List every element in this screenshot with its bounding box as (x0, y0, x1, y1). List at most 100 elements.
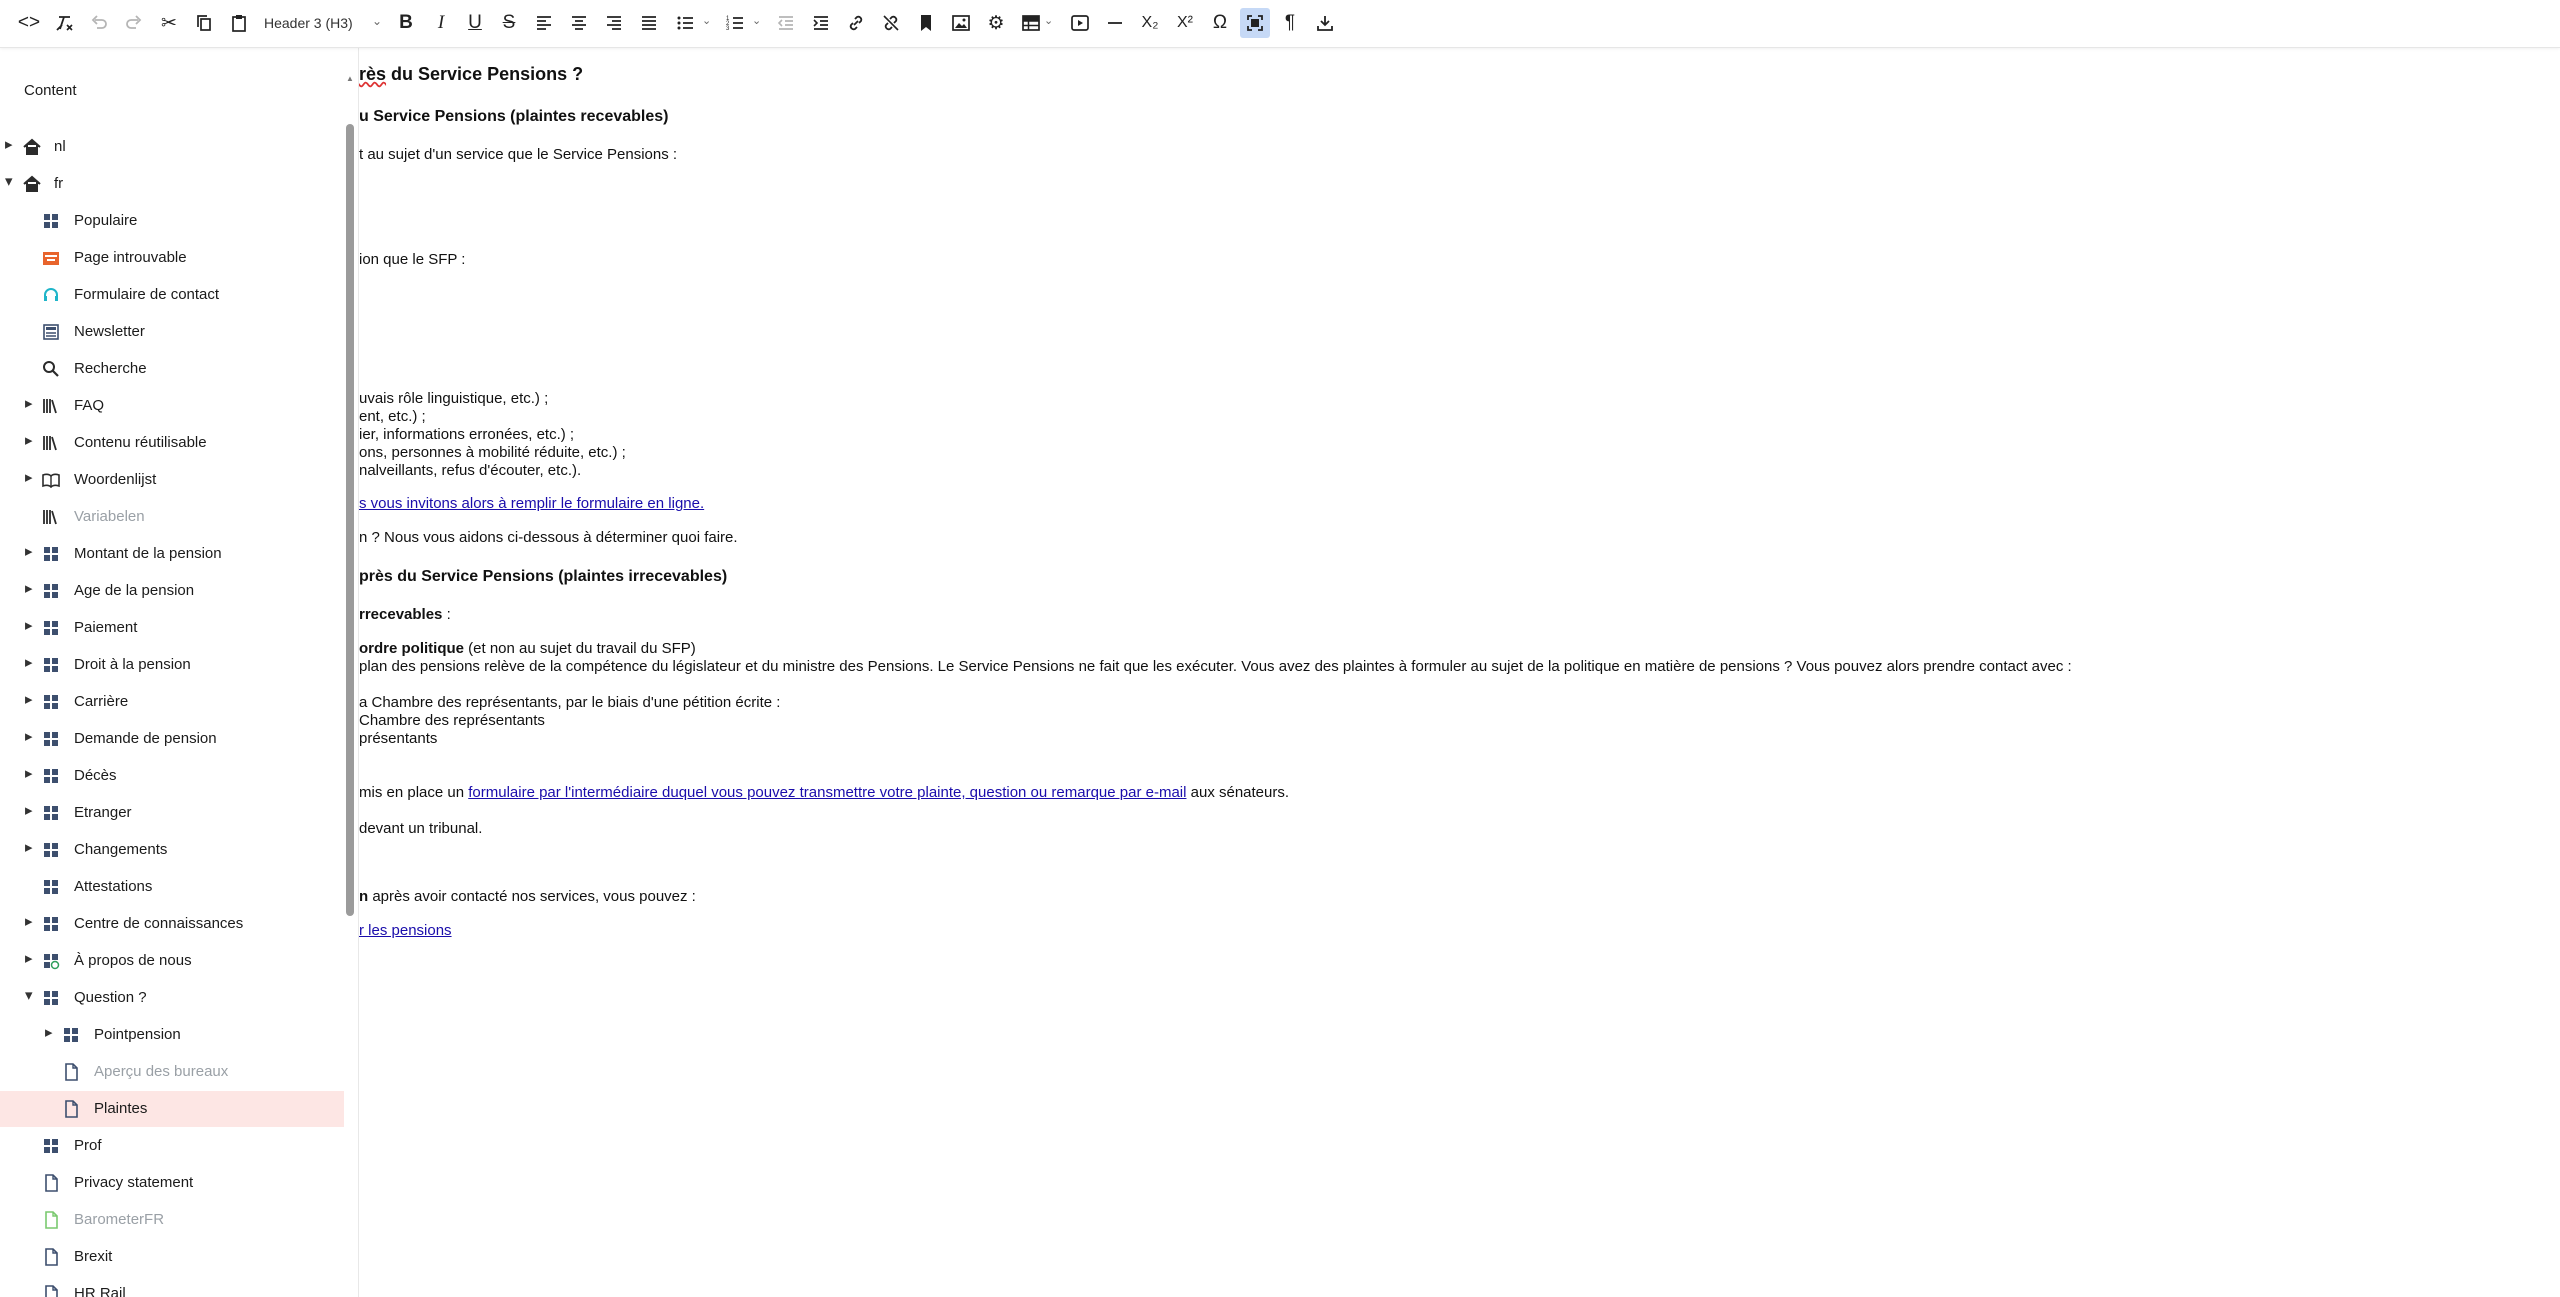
insert-image-button[interactable] (946, 8, 976, 38)
table-button[interactable] (1016, 8, 1046, 38)
settings-button[interactable]: ⚙ (981, 8, 1011, 38)
tree-item[interactable]: ▸ Changements (0, 832, 344, 868)
pensions-link[interactable]: r les pensions (359, 922, 452, 939)
indent-button[interactable] (806, 8, 836, 38)
underline-button[interactable]: U (460, 8, 490, 38)
bullet-list-chevron-icon[interactable]: ⌄ (702, 14, 711, 27)
tree-item[interactable]: ▸ Demande de pension (0, 721, 344, 757)
caret-right-icon[interactable]: ▸ (25, 431, 39, 449)
tree-item[interactable]: Plaintes (0, 1091, 344, 1127)
outdent-button[interactable] (771, 8, 801, 38)
caret-right-icon[interactable]: ▸ (25, 949, 39, 967)
tree-item[interactable]: ▸ Age de la pension (0, 573, 344, 609)
online-form-link[interactable]: s vous invitons alors à remplir le formu… (359, 495, 704, 512)
redo-button[interactable] (119, 8, 149, 38)
bullet-list-button[interactable] (670, 8, 700, 38)
tree-item[interactable]: Newsletter (0, 314, 344, 350)
error-page-icon (43, 252, 59, 265)
tree-item[interactable]: Recherche (0, 351, 344, 387)
anchor-button[interactable] (911, 8, 941, 38)
caret-down-icon[interactable]: ▾ (5, 172, 19, 190)
cut-button[interactable]: ✂ (154, 8, 184, 38)
tree-item[interactable]: Formulaire de contact (0, 277, 344, 313)
align-center-button[interactable] (564, 8, 594, 38)
numbered-list-button[interactable]: 123 (720, 8, 750, 38)
bold-button[interactable]: B (391, 8, 421, 38)
tree-item[interactable]: ▸ nl (0, 129, 344, 165)
caret-right-icon[interactable]: ▸ (25, 468, 39, 486)
tree-item[interactable]: ▸ Woordenlijst (0, 462, 344, 498)
tree-item[interactable]: Attestations (0, 869, 344, 905)
link-button[interactable] (841, 8, 871, 38)
editor-list-item: nalveillants, refus d'écouter, etc.). (359, 462, 582, 479)
caret-right-icon[interactable]: ▸ (25, 616, 39, 634)
numbered-list-chevron-icon[interactable]: ⌄ (752, 14, 761, 27)
tree-item[interactable]: Brexit (0, 1239, 344, 1275)
tree-item[interactable]: Populaire (0, 203, 344, 239)
tree-item[interactable]: ▸ Montant de la pension (0, 536, 344, 572)
justify-button[interactable] (634, 8, 664, 38)
tree-item[interactable]: ▾ Question ? (0, 980, 344, 1016)
tree-item[interactable]: Variabelen (0, 499, 344, 535)
special-character-button[interactable]: Ω (1205, 8, 1235, 38)
tree-item[interactable]: ▸ Centre de connaissances (0, 906, 344, 942)
tree-item[interactable]: ▸ Décès (0, 758, 344, 794)
sidebar-scrollbar[interactable]: ▲ ▼ (346, 74, 354, 1289)
tree-item[interactable]: Privacy statement (0, 1165, 344, 1201)
show-blocks-button[interactable]: ¶ (1275, 8, 1305, 38)
copy-button[interactable] (189, 8, 219, 38)
caret-right-icon[interactable]: ▸ (25, 394, 39, 412)
tree-item[interactable]: ▸ Carrière (0, 684, 344, 720)
caret-right-icon[interactable]: ▸ (25, 801, 39, 819)
tree-item[interactable]: ▸ Droit à la pension (0, 647, 344, 683)
caret-right-icon[interactable]: ▸ (25, 579, 39, 597)
table-chevron-icon[interactable]: ⌄ (1044, 14, 1053, 27)
clear-formatting-button[interactable] (49, 8, 79, 38)
subscript-button[interactable]: X₂ (1135, 8, 1165, 38)
tree-item[interactable]: ▸ FAQ (0, 388, 344, 424)
tree-item[interactable]: ▸ Pointpension (0, 1017, 344, 1053)
caret-right-icon[interactable]: ▸ (25, 690, 39, 708)
tree-item[interactable]: ▸ À propos de nous (0, 943, 344, 979)
unlink-button[interactable] (876, 8, 906, 38)
caret-right-icon[interactable]: ▸ (25, 764, 39, 782)
tree-item[interactable]: ▸ Paiement (0, 610, 344, 646)
tree-item-label: Privacy statement (74, 1174, 194, 1191)
strikethrough-button[interactable]: S (494, 8, 524, 38)
tree-item[interactable]: ▸ Contenu réutilisable (0, 425, 344, 461)
caret-right-icon[interactable]: ▸ (25, 727, 39, 745)
tree-item[interactable]: Page introuvable (0, 240, 344, 276)
editor-content-area[interactable]: rès du Service Pensions ? u Service Pens… (359, 48, 2560, 1297)
tree-item[interactable]: ▾ fr (0, 166, 344, 202)
strikethrough-icon: S (502, 12, 516, 33)
insert-media-button[interactable] (1065, 8, 1095, 38)
misspelled-word[interactable]: rès (359, 64, 386, 84)
tree-item[interactable]: Prof (0, 1128, 344, 1164)
senate-form-link[interactable]: formulaire par l'intermédiaire duquel vo… (468, 784, 1186, 801)
export-button[interactable] (1310, 8, 1340, 38)
tree-item[interactable]: Aperçu des bureaux (0, 1054, 344, 1090)
scrollbar-thumb[interactable] (346, 124, 354, 916)
caret-right-icon[interactable]: ▸ (25, 838, 39, 856)
caret-right-icon[interactable]: ▸ (25, 653, 39, 671)
italic-button[interactable]: I (426, 8, 456, 38)
caret-right-icon[interactable]: ▸ (5, 135, 19, 153)
caret-down-icon[interactable]: ▾ (25, 986, 39, 1004)
tree-item[interactable]: BarometerFR (0, 1202, 344, 1238)
align-right-button[interactable] (599, 8, 629, 38)
block-format-select[interactable]: Header 3 (H3) ⌄ (258, 10, 388, 36)
source-code-button[interactable]: <> (14, 8, 44, 38)
superscript-button[interactable]: X² (1170, 8, 1200, 38)
align-left-button[interactable] (529, 8, 559, 38)
undo-button[interactable] (84, 8, 114, 38)
scroll-up-arrow-icon[interactable]: ▲ (346, 74, 354, 83)
fullscreen-button[interactable] (1240, 8, 1270, 38)
tree-item[interactable]: ▸ Etranger (0, 795, 344, 831)
tree-item-label: À propos de nous (74, 952, 192, 969)
tree-item[interactable]: HR Rail (0, 1276, 344, 1297)
caret-right-icon[interactable]: ▸ (45, 1023, 59, 1041)
paste-button[interactable] (224, 8, 254, 38)
caret-right-icon[interactable]: ▸ (25, 542, 39, 560)
horizontal-line-button[interactable] (1100, 8, 1130, 38)
caret-right-icon[interactable]: ▸ (25, 912, 39, 930)
